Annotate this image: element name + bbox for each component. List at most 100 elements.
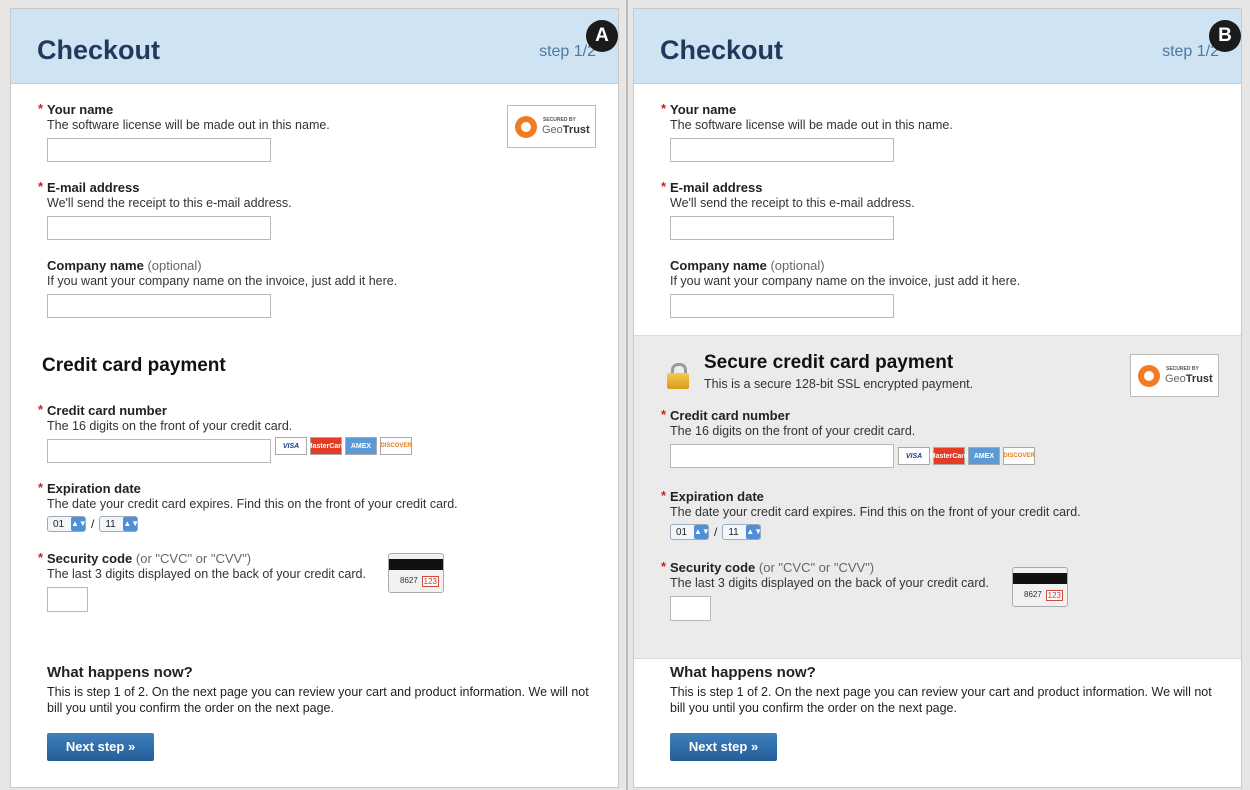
geotrust-seal: SECURED BY GeoTrust: [1130, 354, 1219, 397]
page-title: Checkout: [660, 35, 784, 65]
step-indicator: step 1/2: [539, 43, 596, 60]
select-arrows-icon: ▲▼: [746, 525, 762, 539]
expiration-field: * Expiration date The date your credit ca…: [38, 480, 458, 532]
security-code-label: Security code: [47, 551, 133, 566]
email-input[interactable]: [670, 216, 894, 240]
card-number-help: The 16 digits on the front of your credi…: [670, 424, 916, 438]
select-arrows-icon: ▲▼: [123, 517, 139, 531]
select-arrows-icon: ▲▼: [694, 525, 710, 539]
company-label: Company name: [670, 258, 767, 273]
security-code-label: Security code: [670, 560, 756, 575]
payment-section-title: Secure credit card payment: [704, 352, 954, 373]
visa-icon: VISA: [898, 447, 930, 465]
card-number-field: * Credit card number The 16 digits on the…: [38, 402, 293, 463]
discover-icon: DISCOVER: [380, 437, 412, 455]
optional-tag: (or "CVC" or "CVV"): [758, 560, 875, 575]
page-title: Checkout: [37, 35, 161, 65]
visa-icon: VISA: [275, 437, 307, 455]
company-help: If you want your company name on the inv…: [670, 274, 1021, 288]
required-marker: *: [661, 488, 667, 503]
card-number-help: The 16 digits on the front of your credi…: [47, 419, 293, 433]
company-label: Company name: [47, 258, 144, 273]
expiration-month-select[interactable]: 01 ▲▼: [47, 516, 87, 532]
checkout-panel-b: Checkout step 1/2 B * Your name The softw…: [633, 8, 1242, 788]
required-marker: *: [661, 179, 667, 194]
required-marker: *: [38, 480, 44, 495]
required-marker: *: [38, 550, 44, 565]
security-code-help: The last 3 digits displayed on the back …: [670, 576, 989, 590]
company-field: Company name (optional) If you want your…: [47, 258, 397, 318]
payment-section-title: Credit card payment: [42, 355, 226, 376]
card-back-icon: 8627 123: [1012, 567, 1068, 607]
next-step-button[interactable]: Next step »: [47, 733, 154, 761]
variant-badge: B: [1209, 20, 1241, 52]
geotrust-secured-by: SECURED BY: [1166, 366, 1199, 372]
card-number-field: * Credit card number The 16 digits on the…: [661, 407, 916, 468]
security-code-field: * Security code (or "CVC" or "CVV") The l…: [661, 559, 989, 621]
what-happens-title: What happens now?: [47, 664, 193, 681]
card-number-input[interactable]: [47, 439, 271, 463]
company-input[interactable]: [670, 294, 894, 318]
email-label: E-mail address: [670, 180, 763, 195]
next-step-button[interactable]: Next step »: [670, 733, 777, 761]
your-name-field: * Your name The software license will be …: [661, 101, 953, 162]
company-field: Company name (optional) If you want your…: [670, 258, 1020, 318]
required-marker: *: [661, 101, 667, 116]
card-back-icon: 8627 123: [388, 553, 444, 593]
email-input[interactable]: [47, 216, 271, 240]
accepted-cards: VISA MasterCard AMEX DISCOVER: [898, 447, 1035, 465]
company-help: If you want your company name on the inv…: [47, 274, 398, 288]
required-marker: *: [38, 179, 44, 194]
expiration-year-select[interactable]: 11 ▲▼: [99, 516, 139, 532]
expiration-label: Expiration date: [670, 489, 764, 504]
amex-icon: AMEX: [345, 437, 377, 455]
your-name-help: The software license will be made out in…: [47, 118, 330, 132]
your-name-help: The software license will be made out in…: [670, 118, 953, 132]
checkout-header: Checkout step 1/2 B: [634, 9, 1241, 84]
geotrust-brand: GeoTrust: [1165, 373, 1213, 385]
security-code-input[interactable]: [670, 596, 711, 621]
email-help: We'll send the receipt to this e-mail ad…: [47, 196, 292, 210]
mastercard-icon: MasterCard: [307, 437, 345, 455]
your-name-field: * Your name The software license will be …: [38, 101, 330, 162]
geotrust-seal: SECURED BY GeoTrust: [507, 105, 596, 148]
lock-icon: [667, 363, 689, 389]
mastercard-icon: MasterCard: [930, 447, 968, 465]
card-number-input[interactable]: [670, 444, 894, 468]
discover-icon: DISCOVER: [1003, 447, 1035, 465]
geotrust-logo-icon: [1138, 365, 1160, 387]
expiration-help: The date your credit card expires. Find …: [47, 497, 458, 511]
email-label: E-mail address: [47, 180, 140, 195]
what-happens-title: What happens now?: [670, 664, 816, 681]
card-number-label: Credit card number: [47, 403, 167, 418]
expiration-help: The date your credit card expires. Find …: [670, 505, 1081, 519]
security-code-field: * Security code (or "CVC" or "CVV") The l…: [38, 550, 366, 612]
security-code-help: The last 3 digits displayed on the back …: [47, 567, 366, 581]
expiration-month-select[interactable]: 01 ▲▼: [670, 524, 710, 540]
date-separator: /: [714, 525, 718, 539]
your-name-input[interactable]: [47, 138, 271, 162]
checkout-header: Checkout step 1/2 A: [11, 9, 618, 84]
required-marker: *: [661, 559, 667, 574]
optional-tag: (optional): [147, 258, 202, 273]
geotrust-secured-by: SECURED BY: [543, 117, 576, 123]
amex-icon: AMEX: [968, 447, 1000, 465]
security-code-input[interactable]: [47, 587, 88, 612]
variant-badge: A: [586, 20, 618, 52]
secure-payment-section: Secure credit card payment This is a sec…: [634, 335, 1241, 659]
optional-tag: (or "CVC" or "CVV"): [135, 551, 252, 566]
optional-tag: (optional): [770, 258, 825, 273]
accepted-cards: VISA MasterCard AMEX DISCOVER: [275, 437, 412, 455]
geotrust-logo-icon: [515, 116, 537, 138]
company-input[interactable]: [47, 294, 271, 318]
geotrust-brand: GeoTrust: [542, 124, 590, 136]
checkout-panel-a: Checkout step 1/2 A SECURED BY GeoTrust …: [10, 8, 619, 788]
required-marker: *: [661, 407, 667, 422]
email-field: * E-mail address We'll send the receipt t…: [661, 179, 915, 240]
your-name-input[interactable]: [670, 138, 894, 162]
email-help: We'll send the receipt to this e-mail ad…: [670, 196, 915, 210]
panel-divider: [626, 0, 628, 790]
expiration-year-select[interactable]: 11 ▲▼: [722, 524, 762, 540]
what-happens-text: This is step 1 of 2. On the next page yo…: [47, 685, 589, 715]
payment-section-subtitle: This is a secure 128-bit SSL encrypted p…: [704, 377, 974, 391]
